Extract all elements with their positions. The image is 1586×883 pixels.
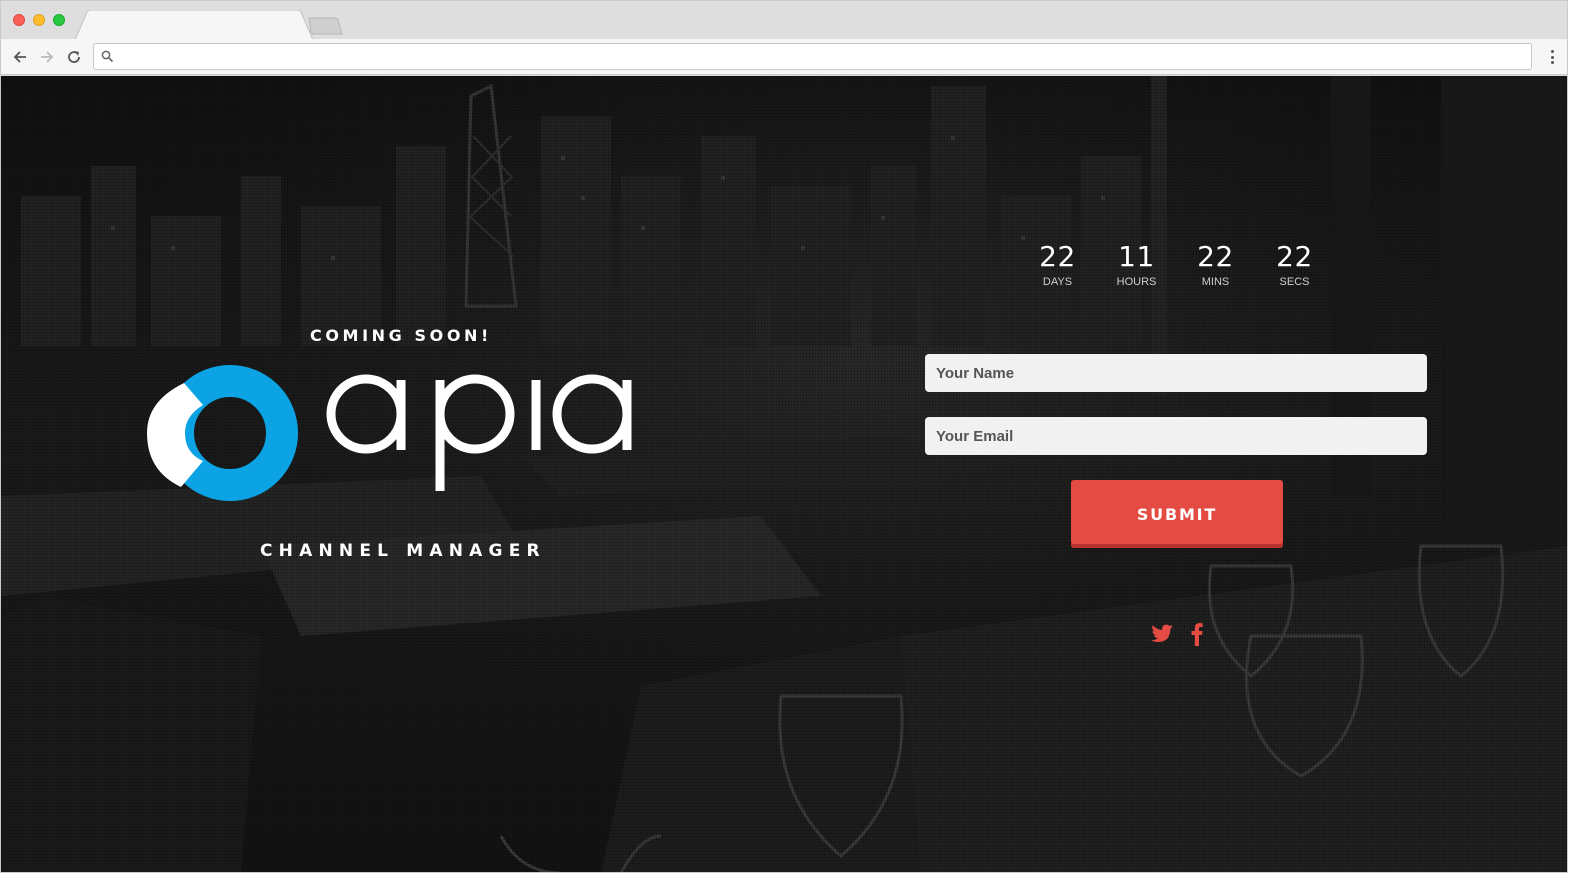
maximize-window-button[interactable] <box>53 14 65 26</box>
countdown-hours: 11 HOURS <box>1097 241 1176 289</box>
countdown-mins: 22 MINS <box>1176 241 1255 289</box>
address-bar[interactable] <box>93 43 1532 70</box>
menu-dot <box>1550 55 1554 59</box>
countdown-label: DAYS <box>1042 276 1073 288</box>
countdown-value: 11 <box>1118 240 1155 273</box>
countdown-value: 22 <box>1039 240 1076 273</box>
countdown-value: 22 <box>1276 240 1313 273</box>
menu-dot <box>1550 61 1554 64</box>
reload-icon <box>68 51 80 63</box>
new-tab-button[interactable] <box>307 17 343 35</box>
apia-wordmark <box>326 374 632 491</box>
name-field[interactable] <box>925 354 1427 392</box>
facebook-link[interactable] <box>1187 621 1207 647</box>
submit-button[interactable]: SUBMIT <box>1071 480 1283 548</box>
twitter-link[interactable] <box>1149 621 1175 647</box>
twitter-icon <box>1151 624 1173 642</box>
arrow-right-icon <box>41 51 54 63</box>
browser-menu-button[interactable] <box>1547 48 1557 66</box>
countdown-days: 22 DAYS <box>1018 241 1097 289</box>
tagline: CHANNEL MANAGER <box>260 541 546 561</box>
close-window-button[interactable] <box>13 14 25 26</box>
facebook-icon <box>1191 623 1203 646</box>
menu-dot <box>1550 50 1554 53</box>
browser-window: COMING SOON! apia CHANNEL MANAGER <box>0 0 1568 873</box>
countdown-label: HOURS <box>1116 276 1157 288</box>
back-button[interactable] <box>10 47 30 67</box>
countdown-value: 22 <box>1197 240 1234 273</box>
minimize-window-button[interactable] <box>33 14 45 26</box>
page-viewport: COMING SOON! apia CHANNEL MANAGER <box>1 76 1567 872</box>
countdown-label: SECS <box>1279 276 1310 288</box>
arrow-left-icon <box>13 51 26 63</box>
countdown-timer: 22 DAYS 11 HOURS 22 MINS 22 SECS <box>1018 241 1334 289</box>
forward-button[interactable] <box>37 47 57 67</box>
search-icon <box>101 50 114 63</box>
countdown-secs: 22 SECS <box>1255 241 1334 289</box>
coming-soon-heading: COMING SOON! <box>310 326 492 345</box>
email-field[interactable] <box>925 417 1427 455</box>
address-input[interactable] <box>120 47 1520 66</box>
tab-bar <box>1 1 1567 40</box>
reload-button[interactable] <box>64 47 84 67</box>
apia-logo: apia <box>141 361 641 511</box>
browser-tab[interactable] <box>75 10 313 40</box>
apia-logo-mark-icon <box>147 365 298 501</box>
countdown-label: MINS <box>1201 276 1230 288</box>
browser-toolbar <box>1 39 1567 75</box>
